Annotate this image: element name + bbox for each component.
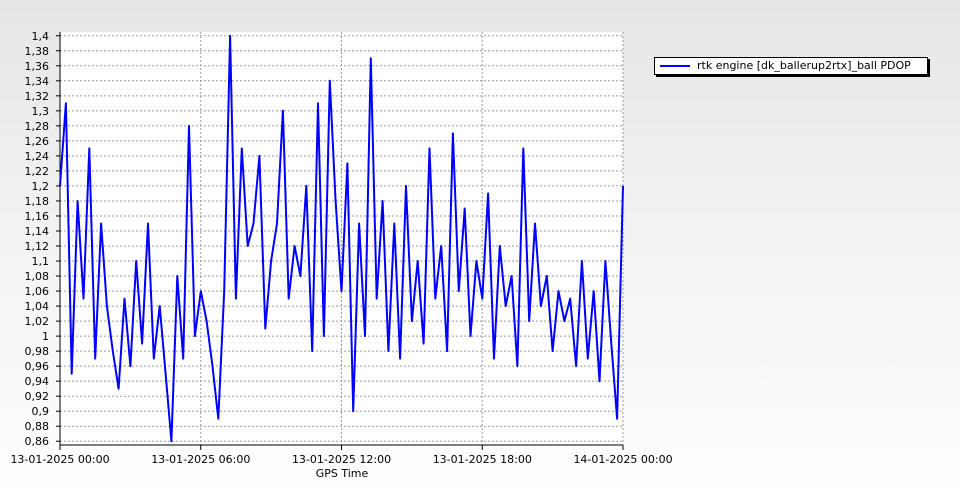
y-tick-label: 1: [42, 330, 49, 343]
y-tick-label: 1,02: [25, 315, 50, 328]
chart-svg: 0,86 0,88 0,9 0,92 0,94 0,96 0,98 1 1,02 1,04 1,06…: [10, 30, 672, 480]
y-tick-label: 0,86: [25, 435, 50, 448]
x-tick-label: 13-01-2025 12:00: [292, 453, 391, 466]
y-tick-label: 1,3: [32, 105, 50, 118]
y-tick-label: 0,9: [32, 405, 50, 418]
y-tick-label: 1,34: [25, 75, 50, 88]
legend-swatch: [660, 65, 690, 67]
y-tick-label: 1,08: [25, 270, 50, 283]
grid: [59, 32, 624, 445]
y-tick-label: 1,2: [32, 180, 50, 193]
y-tick-label: 1,4: [32, 30, 50, 43]
y-tick-label: 0,98: [25, 345, 50, 358]
chart: 0,86 0,88 0,9 0,92 0,94 0,96 0,98 1 1,02 1,04 1,06…: [0, 0, 960, 500]
y-tick-label: 1,38: [25, 45, 50, 58]
y-tick-label: 1,06: [25, 285, 50, 298]
y-tick-label: 0,88: [25, 420, 50, 433]
y-tick-label: 1,14: [25, 225, 50, 238]
y-tick-label: 1,18: [25, 195, 50, 208]
y-tick-label: 1,36: [25, 60, 50, 73]
x-axis-label: GPS Time: [316, 467, 369, 480]
x-tick-label: 14-01-2025 00:00: [573, 453, 672, 466]
y-tick-label: 1,32: [25, 90, 50, 103]
y-tick-label: 1,16: [25, 210, 50, 223]
y-tick-label: 0,94: [25, 375, 50, 388]
y-tick-label: 0,96: [25, 360, 50, 373]
y-tick-label: 1,26: [25, 135, 50, 148]
x-tick-label: 13-01-2025 18:00: [433, 453, 532, 466]
y-tick-label: 1,28: [25, 120, 50, 133]
y-tick-label: 1,22: [25, 165, 50, 178]
y-tick-label: 1,12: [25, 240, 50, 253]
y-tick-label: 1,24: [25, 150, 50, 163]
y-tick-label: 0,92: [25, 390, 50, 403]
x-tick-label: 13-01-2025 06:00: [151, 453, 250, 466]
legend[interactable]: rtk engine [dk_ballerup2rtx]_ball PDOP: [654, 57, 928, 75]
x-tick-label: 13-01-2025 00:00: [10, 453, 109, 466]
legend-series-name: rtk engine [dk_ballerup2rtx]_ball PDOP: [697, 59, 911, 72]
y-tick-label: 1,04: [25, 300, 50, 313]
y-tick-label: 1,1: [32, 255, 50, 268]
